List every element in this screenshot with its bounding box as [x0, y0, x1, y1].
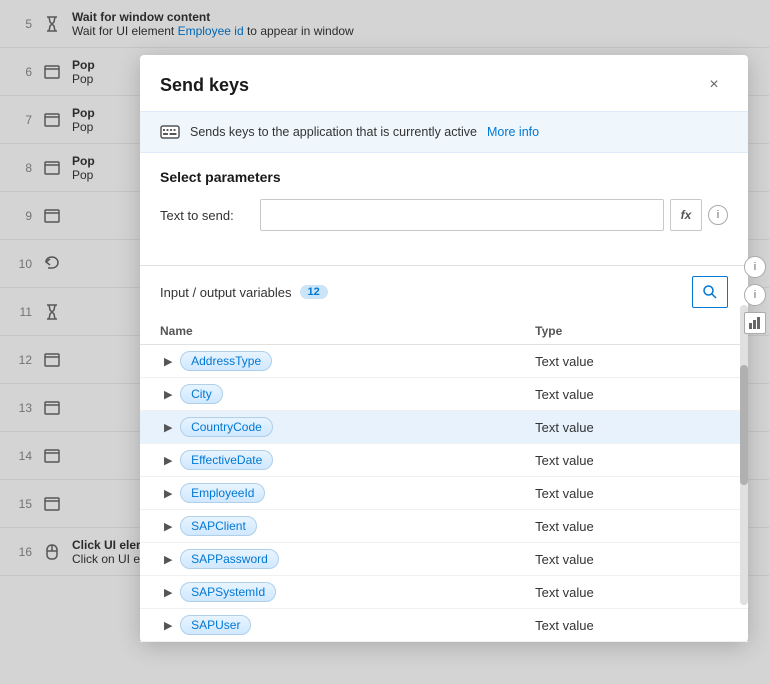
expand-button[interactable]: ▶ — [160, 553, 176, 566]
var-name-cell: ▶ SAPUser — [140, 609, 515, 642]
table-row[interactable]: ▶ SAPPassword Text value — [140, 543, 748, 576]
variables-section: Input / output variables 12 Name Type — [140, 265, 748, 642]
vars-search-button[interactable] — [692, 276, 728, 308]
modal-title: Send keys — [160, 75, 249, 96]
var-chip[interactable]: SAPUser — [180, 615, 251, 635]
expand-button[interactable]: ▶ — [160, 388, 176, 401]
text-to-send-label: Text to send: — [160, 208, 250, 223]
expand-button[interactable]: ▶ — [160, 619, 176, 632]
var-type-cell: Text value — [515, 576, 748, 609]
expand-button[interactable]: ▶ — [160, 487, 176, 500]
var-name-cell: ▶ SAPClient — [140, 510, 515, 543]
col-type-header: Type — [515, 318, 748, 345]
table-row[interactable]: ▶ SAPUser Text value — [140, 609, 748, 642]
table-row[interactable]: ▶ EmployeeId Text value — [140, 477, 748, 510]
var-type-cell: Text value — [515, 411, 748, 444]
section-title: Select parameters — [160, 169, 728, 185]
col-name-header: Name — [140, 318, 515, 345]
modal-header: Send keys × — [140, 55, 748, 111]
modal-scrollbar[interactable] — [740, 305, 748, 605]
banner-text: Sends keys to the application that is cu… — [190, 125, 477, 139]
variables-header: Input / output variables 12 — [140, 266, 748, 318]
text-to-send-input-wrap: fx i — [260, 199, 728, 231]
info-banner: Sends keys to the application that is cu… — [140, 111, 748, 153]
var-name-cell: ▶ City — [140, 378, 515, 411]
side-chart-button[interactable] — [744, 312, 766, 334]
info-button[interactable]: i — [708, 205, 728, 225]
var-name-cell: ▶ SAPSystemId — [140, 576, 515, 609]
var-chip[interactable]: SAPPassword — [180, 549, 279, 569]
more-info-link[interactable]: More info — [487, 125, 539, 139]
expand-button[interactable]: ▶ — [160, 421, 176, 434]
var-type-cell: Text value — [515, 477, 748, 510]
vars-badge: 12 — [300, 285, 328, 299]
var-name-cell: ▶ CountryCode — [140, 411, 515, 444]
text-to-send-row: Text to send: fx i — [160, 199, 728, 231]
table-row[interactable]: ▶ AddressType Text value — [140, 345, 748, 378]
var-name-cell: ▶ EffectiveDate — [140, 444, 515, 477]
var-name-cell: ▶ SAPPassword — [140, 543, 515, 576]
expand-button[interactable]: ▶ — [160, 586, 176, 599]
side-info-button-2[interactable]: i — [744, 284, 766, 306]
keyboard-icon — [160, 122, 180, 142]
var-chip[interactable]: AddressType — [180, 351, 272, 371]
expand-button[interactable]: ▶ — [160, 355, 176, 368]
var-type-cell: Text value — [515, 378, 748, 411]
expand-button[interactable]: ▶ — [160, 454, 176, 467]
var-chip[interactable]: CountryCode — [180, 417, 273, 437]
table-row[interactable]: ▶ City Text value — [140, 378, 748, 411]
modal-body: Select parameters Text to send: fx i — [140, 153, 748, 261]
variables-table: Name Type ▶ AddressType Text value ▶ Cit… — [140, 318, 748, 642]
vars-label: Input / output variables — [160, 285, 292, 300]
table-row[interactable]: ▶ CountryCode Text value — [140, 411, 748, 444]
var-type-cell: Text value — [515, 345, 748, 378]
expand-button[interactable]: ▶ — [160, 520, 176, 533]
var-chip[interactable]: SAPSystemId — [180, 582, 276, 602]
var-type-cell: Text value — [515, 444, 748, 477]
close-button[interactable]: × — [700, 71, 728, 99]
text-to-send-input[interactable] — [260, 199, 664, 231]
var-type-cell: Text value — [515, 510, 748, 543]
table-row[interactable]: ▶ SAPClient Text value — [140, 510, 748, 543]
side-info-button-1[interactable]: i — [744, 256, 766, 278]
table-row[interactable]: ▶ SAPSystemId Text value — [140, 576, 748, 609]
table-row[interactable]: ▶ EffectiveDate Text value — [140, 444, 748, 477]
var-chip[interactable]: EffectiveDate — [180, 450, 273, 470]
var-type-cell: Text value — [515, 609, 748, 642]
vars-label-wrap: Input / output variables 12 — [160, 285, 328, 300]
var-name-cell: ▶ EmployeeId — [140, 477, 515, 510]
var-name-cell: ▶ AddressType — [140, 345, 515, 378]
var-chip[interactable]: EmployeeId — [180, 483, 265, 503]
var-type-cell: Text value — [515, 543, 748, 576]
send-keys-dialog: Send keys × Sends keys to the applicatio… — [140, 55, 748, 642]
var-chip[interactable]: SAPClient — [180, 516, 257, 536]
modal-scrollbar-thumb[interactable] — [740, 365, 748, 485]
var-chip[interactable]: City — [180, 384, 223, 404]
right-info-panel: i i — [741, 250, 769, 340]
fx-button[interactable]: fx — [670, 199, 702, 231]
